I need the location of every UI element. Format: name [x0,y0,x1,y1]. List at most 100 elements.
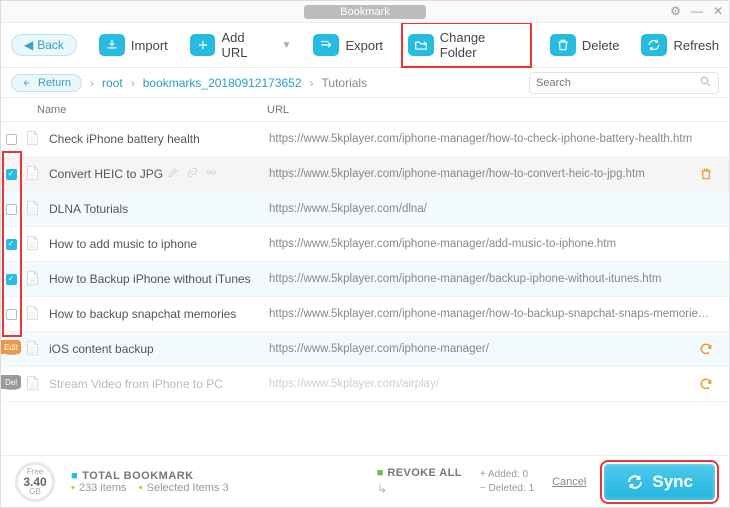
link-icon[interactable] [186,166,199,182]
revoke-all-button[interactable]: REVOKE ALL [387,467,462,479]
back-arrow-icon: ◀ [24,38,33,52]
change-folder-icon [408,34,434,56]
add-url-label: Add URL [221,30,273,60]
column-url[interactable]: URL [267,104,289,116]
edit-icon[interactable] [167,166,180,182]
return-label: Return [38,77,71,89]
search-box[interactable] [529,72,719,94]
minimize-icon[interactable]: — [691,4,703,18]
list-header: Name URL [1,98,729,122]
storage-gauge: Free 3.40 GB [15,462,55,502]
sync-label: Sync [652,472,693,492]
cancel-button[interactable]: Cancel [552,476,586,488]
row-undo-icon[interactable] [697,342,715,356]
table-row[interactable]: How to Backup iPhone without iTuneshttps… [1,262,729,297]
return-button[interactable]: Return [11,74,82,92]
bookmark-list: Check iPhone battery healthhttps://www.5… [1,122,729,402]
table-row[interactable]: How to add music to iphonehttps://www.5k… [1,227,729,262]
change-folder-button[interactable]: Change Folder [405,26,528,64]
row-url: https://www.5kplayer.com/iphone-manager/… [269,168,697,180]
file-icon [23,233,43,256]
row-name: iOS content backup [49,342,269,356]
table-row[interactable]: Convert HEIC to JPGhttps://www.5kplayer.… [1,157,729,192]
export-icon [313,34,339,56]
import-button[interactable]: Import [99,34,168,56]
row-url: https://www.5kplayer.com/iphone-manager/ [269,343,697,355]
footer-bar: Free 3.40 GB ■TOTAL BOOKMARK •233 items … [1,455,729,507]
row-checkbox[interactable] [1,239,21,250]
add-url-icon [190,34,216,56]
row-actions [167,166,218,182]
search-icon[interactable] [699,75,712,91]
row-url: https://www.5kplayer.com/iphone-manager/… [269,273,715,285]
table-row[interactable]: Del Stream Video from iPhone to PChttps:/… [1,367,729,402]
row-url: https://www.5kplayer.com/iphone-manager/… [269,238,715,250]
main-toolbar: ◀ Back Import Add URL ▼ Export Change Fo… [1,23,729,68]
row-url: https://www.5kplayer.com/iphone-manager/… [269,308,715,320]
row-name: Convert HEIC to JPG [49,166,269,182]
chevron-down-icon[interactable]: ▼ [282,40,292,51]
items-count: 233 items [79,482,127,494]
add-url-button[interactable]: Add URL ▼ [190,30,292,60]
import-icon [99,34,125,56]
column-name[interactable]: Name [37,104,267,116]
trash-icon [550,34,576,56]
row-url: https://www.5kplayer.com/dlna/ [269,203,715,215]
row-trash-icon[interactable] [697,167,715,181]
row-checkbox[interactable] [1,274,21,285]
return-icon [22,78,34,88]
change-folder-label: Change Folder [440,30,525,60]
refresh-button[interactable]: Refresh [641,34,719,56]
totals-block: ■TOTAL BOOKMARK •233 items •Selected Ite… [71,470,229,494]
row-name: How to Backup iPhone without iTunes [49,272,269,286]
back-button[interactable]: ◀ Back [11,34,77,56]
file-icon [23,163,43,186]
search-input[interactable] [536,77,699,89]
window-title: Bookmark [304,5,426,19]
refresh-icon [641,34,667,56]
file-icon [23,128,43,151]
row-url: https://www.5kplayer.com/airplay/ [269,378,697,390]
table-row[interactable]: Check iPhone battery healthhttps://www.5… [1,122,729,157]
revoke-arrow-icon: ↳ [377,481,388,497]
settings-gear-icon[interactable]: ⚙ [670,4,681,18]
delete-button[interactable]: Delete [550,34,620,56]
file-icon [23,268,43,291]
refresh-label: Refresh [673,38,719,53]
close-icon[interactable]: ✕ [713,4,723,18]
sync-button[interactable]: Sync [604,464,715,500]
file-icon [23,198,43,221]
gauge-free-value: 3.40 [23,476,46,488]
row-url: https://www.5kplayer.com/iphone-manager/… [269,133,715,145]
file-icon [23,338,43,361]
breadcrumb-bar: Return › root › bookmarks_20180912173652… [1,68,729,98]
back-label: Back [37,38,64,52]
row-checkbox[interactable] [1,309,21,320]
sync-icon [626,473,644,491]
row-checkbox[interactable] [1,169,21,180]
total-bookmark-label: TOTAL BOOKMARK [82,470,194,482]
table-row[interactable]: DLNA Toturialshttps://www.5kplayer.com/d… [1,192,729,227]
row-name: DLNA Toturials [49,202,269,216]
row-undo-icon[interactable] [697,377,715,391]
crumb-folder[interactable]: bookmarks_20180912173652 [143,76,302,90]
title-bar: Bookmark ⚙ — ✕ [1,1,729,23]
table-row[interactable]: How to backup snapchat memorieshttps://w… [1,297,729,332]
row-checkbox[interactable] [1,204,21,215]
row-checkbox[interactable] [1,134,21,145]
export-label: Export [345,38,383,53]
row-name: How to backup snapchat memories [49,307,269,321]
file-icon [23,373,43,396]
table-row[interactable]: Edit iOS content backuphttps://www.5kplay… [1,332,729,367]
crumb-root[interactable]: root [102,76,123,90]
row-name: How to add music to iphone [49,237,269,251]
row-name: Check iPhone battery health [49,132,269,146]
delete-label: Delete [582,38,620,53]
chain-icon[interactable] [205,166,218,182]
change-counts: + Added: 0 − Deleted: 1 [480,468,534,496]
row-name: Stream Video from iPhone to PC [49,377,269,391]
del-badge: Del [1,375,21,389]
edit-badge: Edit [1,340,21,354]
export-button[interactable]: Export [313,34,383,56]
selected-count: Selected Items 3 [147,482,229,494]
